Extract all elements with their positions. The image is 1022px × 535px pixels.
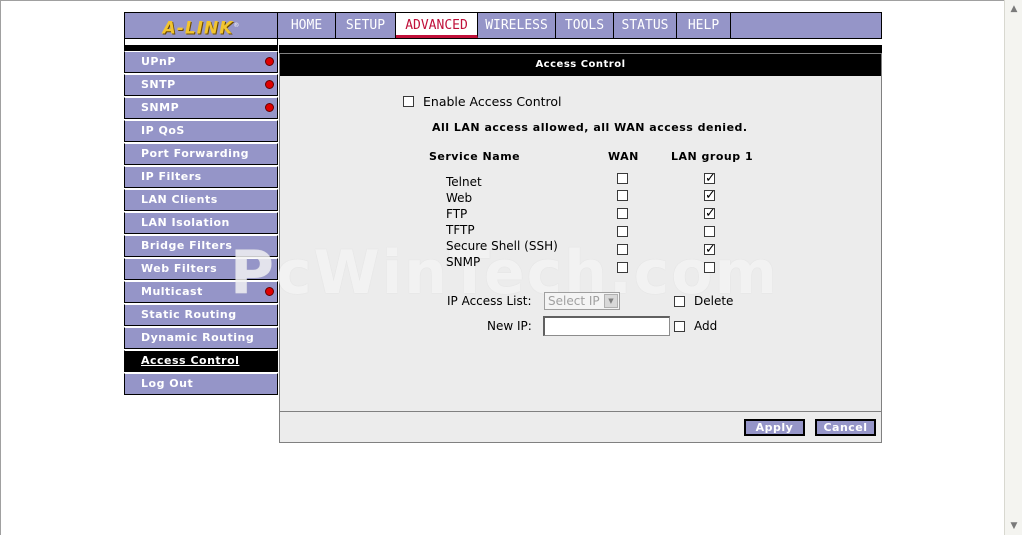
snmp-lan-checkbox[interactable]: [704, 262, 715, 273]
sidebar-item-label: Log Out: [141, 377, 194, 390]
sidebar-item-label: LAN Isolation: [141, 216, 230, 229]
sidebar-item-lan-clients[interactable]: LAN Clients: [124, 189, 278, 211]
sidebar-item-label: Multicast: [141, 285, 203, 298]
web-wan-checkbox[interactable]: [617, 190, 628, 201]
cancel-button[interactable]: Cancel: [815, 419, 876, 436]
scroll-up-icon[interactable]: ▲: [1006, 1, 1022, 17]
sidebar-item-label: IP Filters: [141, 170, 202, 183]
sidebar-item-label: Port Forwarding: [141, 147, 250, 160]
sidebar-item-label: UPnP: [141, 55, 176, 68]
tab-tools[interactable]: TOOLS: [556, 13, 614, 38]
snmp-wan-checkbox[interactable]: [617, 262, 628, 273]
add-label: Add: [694, 319, 718, 333]
sidebar-item-log-out[interactable]: Log Out: [124, 373, 278, 395]
sidebar-item-label: IP QoS: [141, 124, 185, 137]
column-service-name: Service Name: [429, 150, 521, 163]
brand-logo: A-LINK®: [124, 12, 278, 39]
sidebar-item-label: LAN Clients: [141, 193, 218, 206]
checkmark-icon: ✓: [705, 206, 716, 221]
tab-help[interactable]: HELP: [677, 13, 731, 38]
window-left-border: [0, 0, 1, 535]
tftp-wan-checkbox[interactable]: [617, 226, 628, 237]
tab-advanced[interactable]: ADVANCED: [396, 13, 478, 38]
window-top-border: [0, 0, 1004, 1]
sidebar-item-access-control[interactable]: Access Control: [124, 350, 278, 372]
panel-title: Access Control: [280, 54, 881, 76]
status-dot-icon: [265, 287, 274, 296]
tab-status[interactable]: STATUS: [614, 13, 677, 38]
access-status-text: All LAN access allowed, all WAN access d…: [432, 121, 748, 134]
service-name-web: Web: [446, 191, 473, 205]
content-top-bar: [279, 45, 882, 53]
ip-access-list-select[interactable]: Select IP ▼: [544, 292, 620, 310]
sidebar-item-label: Dynamic Routing: [141, 331, 255, 344]
status-dot-icon: [265, 80, 274, 89]
sidebar-item-dynamic-routing[interactable]: Dynamic Routing: [124, 327, 278, 349]
ssh-wan-checkbox[interactable]: [617, 244, 628, 255]
service-name-snmp: SNMP: [446, 255, 481, 269]
ssh-lan-checkbox[interactable]: ✓: [704, 242, 716, 257]
ftp-wan-checkbox[interactable]: [617, 208, 628, 219]
delete-label: Delete: [694, 294, 734, 308]
enable-access-control-label: Enable Access Control: [423, 94, 562, 109]
top-nav: HOME SETUP ADVANCED WIRELESS TOOLS STATU…: [278, 12, 882, 39]
sidebar-item-port-forwarding[interactable]: Port Forwarding: [124, 143, 278, 165]
add-checkbox[interactable]: [674, 321, 685, 332]
chevron-down-icon: ▼: [604, 294, 618, 308]
sidebar-item-label: SNTP: [141, 78, 176, 91]
sidebar: UPnP SNTP SNMP IP QoS Port Forwarding IP…: [124, 39, 278, 396]
sidebar-item-ip-qos[interactable]: IP QoS: [124, 120, 278, 142]
sidebar-item-static-routing[interactable]: Static Routing: [124, 304, 278, 326]
telnet-wan-checkbox[interactable]: [617, 173, 628, 184]
sidebar-item-label: Bridge Filters: [141, 239, 233, 252]
sidebar-item-label: Web Filters: [141, 262, 218, 275]
sidebar-item-label: SNMP: [141, 101, 180, 114]
vertical-scrollbar[interactable]: ▲ ▼: [1004, 0, 1022, 535]
sidebar-item-multicast[interactable]: Multicast: [124, 281, 278, 303]
brand-logo-text: A-LINK: [162, 18, 234, 39]
checkmark-icon: ✓: [705, 242, 716, 257]
telnet-lan-checkbox[interactable]: ✓: [704, 171, 716, 186]
tab-wireless[interactable]: WIRELESS: [478, 13, 556, 38]
status-dot-icon: [265, 57, 274, 66]
sidebar-item-label: Static Routing: [141, 308, 237, 321]
sidebar-item-snmp[interactable]: SNMP: [124, 97, 278, 119]
tab-setup[interactable]: SETUP: [336, 13, 396, 38]
ftp-lan-checkbox[interactable]: ✓: [704, 206, 716, 221]
service-name-telnet: Telnet: [446, 175, 482, 189]
service-name-ftp: FTP: [446, 207, 468, 221]
sidebar-item-sntp[interactable]: SNTP: [124, 74, 278, 96]
delete-checkbox[interactable]: [674, 296, 685, 307]
sidebar-item-web-filters[interactable]: Web Filters: [124, 258, 278, 280]
sidebar-item-upnp[interactable]: UPnP: [124, 51, 278, 73]
panel-separator: [280, 411, 881, 412]
apply-button[interactable]: Apply: [744, 419, 805, 436]
scroll-down-icon[interactable]: ▼: [1006, 518, 1022, 534]
checkmark-icon: ✓: [705, 171, 716, 186]
sidebar-item-bridge-filters[interactable]: Bridge Filters: [124, 235, 278, 257]
sidebar-item-label: Access Control: [141, 354, 240, 367]
web-lan-checkbox[interactable]: ✓: [704, 188, 716, 203]
service-name-ssh: Secure Shell (SSH): [446, 239, 558, 253]
ip-access-list-label: IP Access List:: [447, 294, 532, 308]
new-ip-label: New IP:: [487, 319, 532, 333]
service-name-tftp: TFTP: [446, 223, 475, 237]
tab-home[interactable]: HOME: [278, 13, 336, 38]
sidebar-item-lan-isolation[interactable]: LAN Isolation: [124, 212, 278, 234]
tftp-lan-checkbox[interactable]: [704, 226, 715, 237]
checkmark-icon: ✓: [705, 188, 716, 203]
sidebar-item-ip-filters[interactable]: IP Filters: [124, 166, 278, 188]
brand-logo-mark: ®: [233, 22, 240, 29]
access-control-panel: Access Control: [279, 53, 882, 443]
column-lan-group-1: LAN group 1: [671, 150, 754, 163]
ip-access-list-value: Select IP: [548, 294, 600, 308]
enable-access-control-checkbox[interactable]: [403, 96, 414, 107]
column-wan: WAN: [608, 150, 639, 163]
status-dot-icon: [265, 103, 274, 112]
new-ip-input[interactable]: [543, 316, 670, 336]
